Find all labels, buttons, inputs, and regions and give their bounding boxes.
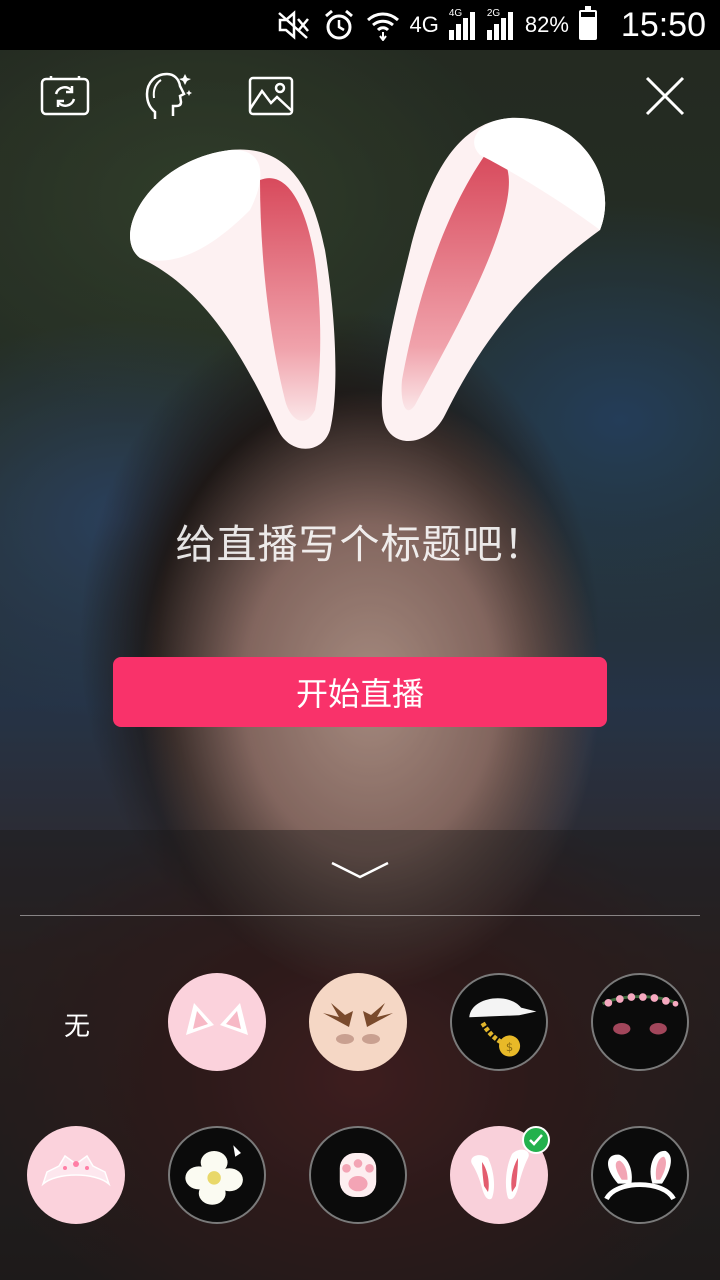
sticker-gold-chain-cap[interactable]: $ — [450, 973, 548, 1071]
deer-antlers-icon — [323, 1003, 393, 1044]
start-live-button[interactable]: 开始直播 — [113, 657, 607, 727]
cat-paw-icon — [339, 1152, 377, 1198]
sticker-bunny-headband[interactable] — [591, 1126, 689, 1224]
svg-text:$: $ — [506, 1040, 513, 1054]
signal-network-label: 2G — [486, 8, 501, 19]
wifi-icon — [366, 9, 400, 41]
flower-crown-icon — [601, 993, 679, 1035]
close-button[interactable] — [637, 68, 693, 124]
sticker-deer-antlers[interactable] — [309, 973, 407, 1071]
battery-icon — [578, 6, 597, 40]
flip-camera-icon — [40, 76, 90, 116]
cat-ears-icon — [186, 1003, 248, 1035]
signal-network-label: 4G — [448, 8, 463, 19]
signal-icon: 2G — [486, 8, 515, 40]
sticker-flower-crown[interactable] — [591, 973, 689, 1071]
panel-divider — [20, 915, 700, 916]
collapse-panel-button[interactable] — [330, 855, 390, 885]
sticker-white-flower[interactable] — [168, 1126, 266, 1224]
signal-icon: 4G — [448, 8, 477, 40]
bunny-ears-overlay — [130, 117, 606, 449]
white-flower-icon — [185, 1145, 243, 1205]
sticker-cat-paw[interactable] — [309, 1126, 407, 1224]
selected-check-icon — [522, 1126, 550, 1154]
battery-percent: 82% — [524, 12, 569, 37]
clock: 15:50 — [620, 5, 706, 44]
alarm-icon — [322, 9, 356, 41]
start-live-label: 开始直播 — [295, 675, 424, 713]
cap-chain-icon: $ — [469, 998, 537, 1057]
live-title-prompt[interactable]: 给直播写个标题吧！ — [0, 512, 720, 570]
bunny-headband-icon — [604, 1150, 676, 1201]
sticker-cat-ears[interactable] — [168, 973, 266, 1071]
network-type-label: 4G — [409, 12, 439, 37]
mute-icon — [276, 10, 312, 40]
sticker-none[interactable]: 无 — [28, 975, 126, 1073]
chevron-down-icon — [331, 861, 389, 879]
close-icon — [645, 76, 685, 116]
tiara-icon — [41, 1154, 111, 1187]
sticker-tiara[interactable] — [27, 1126, 125, 1224]
status-bar: 4G 4G 2G 82% 15:50 — [0, 0, 720, 50]
flip-camera-button[interactable] — [37, 68, 93, 124]
